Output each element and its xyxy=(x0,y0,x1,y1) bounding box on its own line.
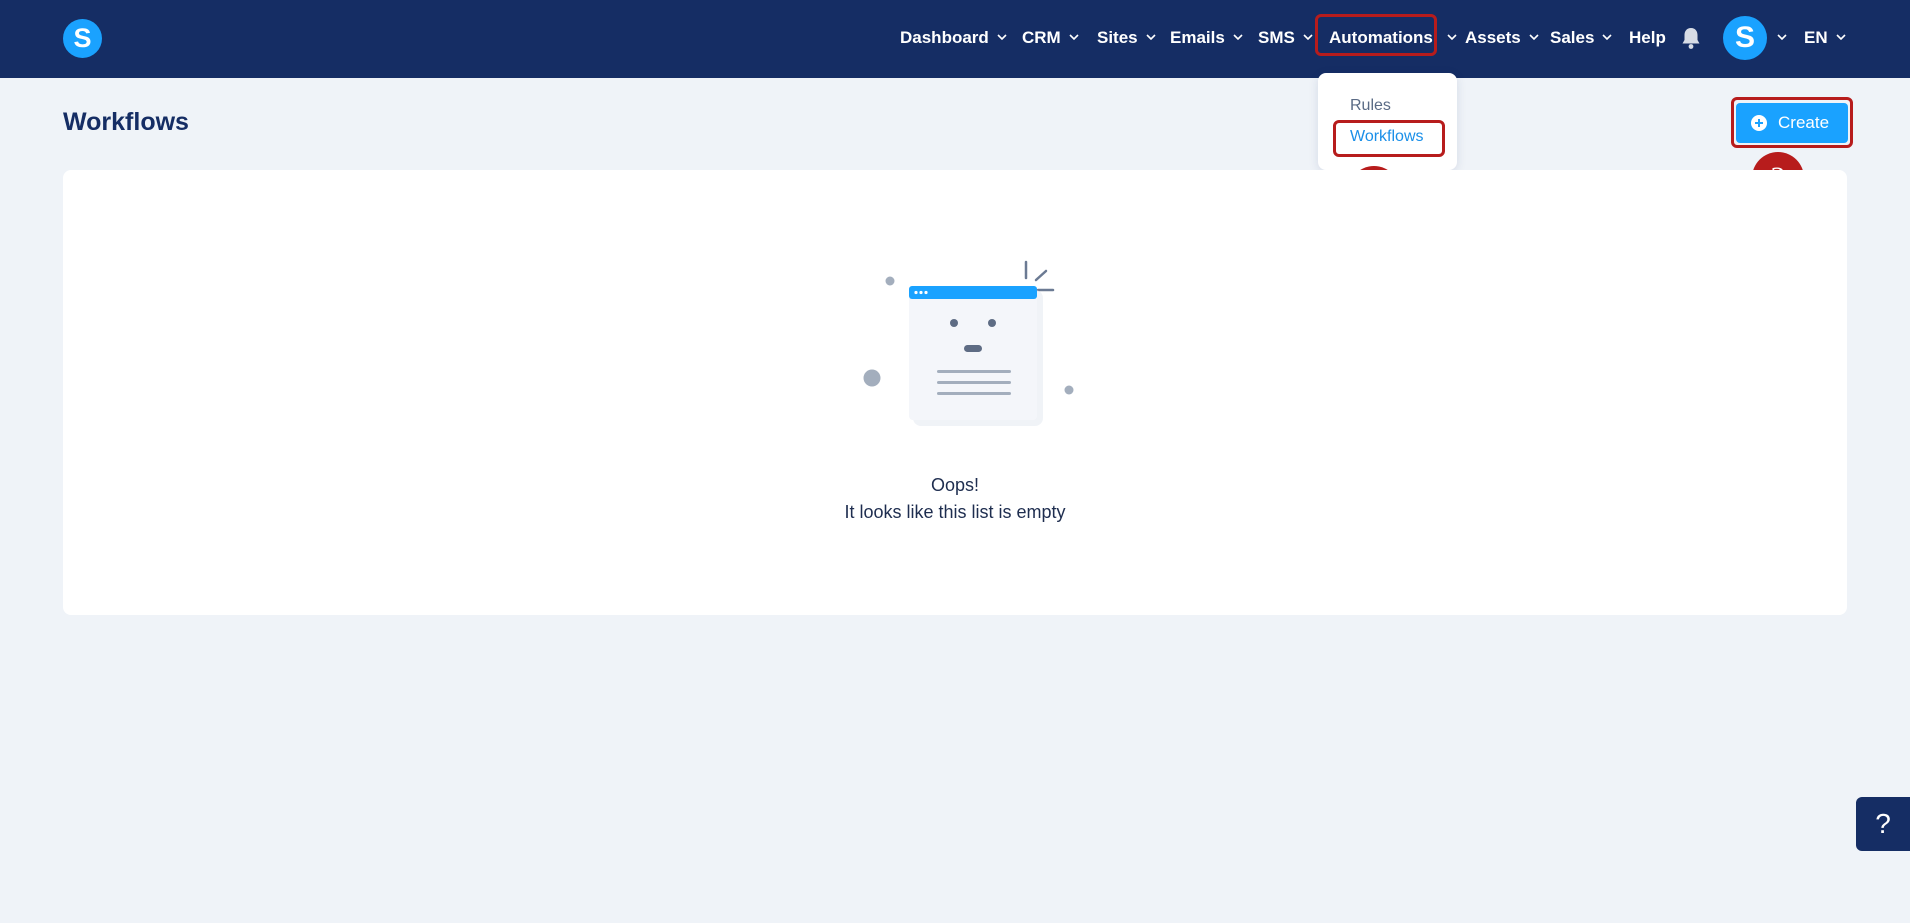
nav-item-crm[interactable]: CRM xyxy=(1022,26,1079,50)
nav-item-label: Help xyxy=(1629,28,1666,47)
chevron-down-icon xyxy=(1303,33,1313,40)
nav-item-emails[interactable]: Emails xyxy=(1170,26,1243,50)
chevron-down-icon xyxy=(1529,33,1539,40)
create-button[interactable]: Create xyxy=(1736,103,1848,143)
nav-item-sms[interactable]: SMS xyxy=(1258,26,1313,50)
nav-item-help[interactable]: Help xyxy=(1629,26,1666,50)
empty-list-illustration xyxy=(863,260,1074,426)
chevron-down-icon xyxy=(1069,33,1079,40)
nav-item-label: Dashboard xyxy=(900,28,989,47)
user-avatar[interactable]: S xyxy=(1723,16,1767,60)
chevron-down-icon xyxy=(1447,33,1457,40)
chevron-down-icon[interactable] xyxy=(1777,34,1787,40)
bell-icon[interactable] xyxy=(1680,26,1702,50)
chevron-down-icon xyxy=(1836,33,1846,40)
dropdown-item-workflows[interactable]: Workflows xyxy=(1350,128,1424,146)
top-navigation-bar: S Dashboard CRM Sites Emails SMS Automat… xyxy=(0,0,1910,78)
workflows-list-card: Oops! It looks like this list is empty xyxy=(63,170,1847,615)
empty-state-subtitle: It looks like this list is empty xyxy=(844,502,1066,522)
chevron-down-icon xyxy=(997,33,1007,40)
dropdown-item-rules[interactable]: Rules xyxy=(1350,97,1391,115)
language-label: EN xyxy=(1804,28,1828,47)
nav-item-label: Sales xyxy=(1550,28,1595,47)
nav-item-label: Emails xyxy=(1170,28,1225,47)
page-title: Workflows xyxy=(63,108,189,136)
nav-item-label: Assets xyxy=(1465,28,1521,47)
empty-state-title: Oops! xyxy=(930,475,980,495)
nav-item-dashboard[interactable]: Dashboard xyxy=(900,26,1007,50)
nav-item-label: Automations xyxy=(1329,28,1433,47)
language-selector[interactable]: EN xyxy=(1804,26,1846,50)
nav-item-sites[interactable]: Sites xyxy=(1097,26,1156,50)
plus-circle-icon xyxy=(1751,115,1767,131)
chevron-down-icon xyxy=(1146,33,1156,40)
nav-item-automations[interactable]: Automations xyxy=(1329,26,1457,50)
nav-item-label: SMS xyxy=(1258,28,1295,47)
nav-item-sales[interactable]: Sales xyxy=(1550,26,1613,50)
chevron-down-icon xyxy=(1233,33,1243,40)
nav-item-label: CRM xyxy=(1022,28,1061,47)
automations-dropdown-menu: Rules Workflows xyxy=(1318,73,1457,170)
nav-item-label: Sites xyxy=(1097,28,1138,47)
chevron-down-icon xyxy=(1602,33,1613,40)
app-logo[interactable]: S xyxy=(63,19,102,58)
nav-item-assets[interactable]: Assets xyxy=(1465,26,1539,50)
help-floating-button[interactable]: ? xyxy=(1856,797,1910,851)
create-button-label: Create xyxy=(1778,113,1830,132)
